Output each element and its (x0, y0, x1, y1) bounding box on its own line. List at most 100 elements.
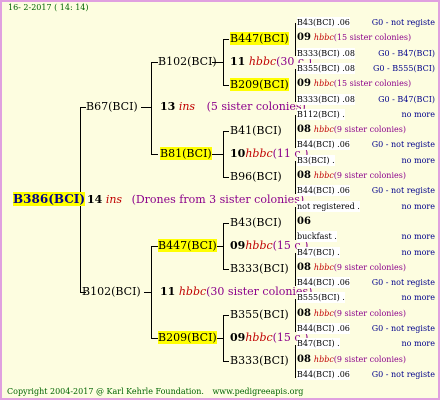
connector-g2-1-bottom (223, 85, 229, 86)
bracket-2 (295, 69, 296, 102)
gen4-id: B333(BCI) .08 (297, 47, 355, 59)
copyright-text: Copyright 2004-2017 @ Karl Kehrle Founda… (7, 387, 204, 396)
connector-b67 (141, 107, 152, 108)
gen1-queen-0[interactable]: B67(BCI) (86, 100, 138, 113)
gen4-id: B3(BCI) . (297, 154, 335, 166)
root-num: 14 (87, 193, 103, 206)
bracket-7 (295, 299, 296, 332)
gen4-ins: hbbc (313, 33, 334, 43)
bracket-4 (295, 161, 296, 194)
gen4-row: 09 hbbc(15 sister colonies) (297, 78, 437, 89)
gen4-id: buckfast . (297, 231, 337, 243)
gen4-detail: G0 - not registe (371, 324, 435, 333)
gen4-row: 08 hbbc(9 sister colonies) (297, 308, 437, 319)
gen4-row: not registered . no more (297, 200, 437, 212)
gen4-id: not registered . (297, 200, 360, 212)
gen4-row: buckfast . no more (297, 231, 437, 243)
gen4-id: 08 (297, 307, 311, 319)
connector-g2-1-top (223, 39, 229, 40)
gen4-id: B44(BCI) .06 (297, 368, 350, 380)
gen4-detail: G0 - not registe (371, 369, 435, 379)
gen4-row: B333(BCI) .08 G0 - B47(BCI) (297, 47, 437, 59)
gen4-detail: (9 sister colonies) (333, 262, 406, 272)
connector-b67-top (151, 62, 158, 63)
branch-line-b67 (151, 62, 152, 154)
gen4-id: B47(BCI) . (297, 338, 340, 350)
gen4-id: 09 (297, 78, 311, 90)
gen1-drone-0: 13 ins (5 sister colonies) (160, 100, 306, 113)
gen4-id: 08 (297, 124, 311, 136)
gen4-detail: no more (401, 247, 435, 257)
bracket-8 (295, 345, 296, 378)
gen4-detail: (9 sister colonies) (333, 125, 406, 135)
gen2-queen-0[interactable]: B102(BCI) (158, 55, 217, 68)
gen4-id: B44(BCI) .06 (297, 277, 350, 289)
gen3-queen-3[interactable]: B96(BCI) (230, 170, 282, 183)
gen4-row: 09 hbbc(15 sister colonies) (297, 32, 437, 43)
gen4-row: B44(BCI) .06 G0 - not registe (297, 323, 437, 334)
gen4-row: B333(BCI) .08 G0 - B47(BCI) (297, 93, 437, 105)
bracket-1 (295, 23, 296, 56)
gen4-detail: no more (401, 109, 435, 119)
gen4-row: B47(BCI) . no more (297, 338, 437, 350)
gen4-detail: no more (401, 232, 435, 242)
gen4-detail: G0 - B555(BCI) (373, 63, 435, 73)
gen2-queen-3[interactable]: B209(BCI) (158, 331, 217, 344)
bracket-3 (295, 115, 296, 148)
gen4-row: B44(BCI) .06 G0 - not registe (297, 277, 437, 289)
gen1-drone-1: 11 hbbc(30 sister colonies) (160, 285, 313, 298)
connector-g2-4-bottom (223, 361, 229, 362)
root-ins: ins (105, 193, 123, 206)
gen4-detail: (9 sister colonies) (333, 308, 406, 318)
gen4-detail: no more (401, 201, 435, 211)
gen4-id: B44(BCI) .06 (297, 323, 350, 334)
gen4-id: B333(BCI) .08 (297, 93, 355, 105)
gen4-id: 08 (297, 353, 311, 365)
gen3-queen-6[interactable]: B355(BCI) (230, 308, 289, 321)
gen3-queen-1[interactable]: B209(BCI) (230, 78, 289, 91)
gen4-id: B355(BCI) .08 (297, 62, 355, 74)
gen4-detail: (15 sister colonies) (333, 79, 412, 89)
gen4-row: B3(BCI) . no more (297, 154, 437, 166)
gen4-row: B47(BCI) . no more (297, 246, 437, 258)
connector-b102-top (151, 246, 158, 247)
gen3-queen-4[interactable]: B43(BCI) (230, 216, 282, 229)
gen4-row: B355(BCI) .08 G0 - B555(BCI) (297, 62, 437, 74)
gen4-detail: (9 sister colonies) (333, 171, 406, 180)
gen4-ins: hbbc (313, 354, 334, 364)
gen4-id: 06 (297, 215, 311, 227)
connector-g2-2-bottom (223, 177, 229, 178)
gen4-row: B555(BCI) . no more (297, 292, 437, 304)
gen4-detail: (15 sister colonies) (333, 33, 412, 43)
gen4-row: 06 (297, 216, 437, 227)
gen4-detail: G0 - not registe (371, 140, 435, 150)
root-drone-info: 14 ins (Drones from 3 sister colonies) (87, 193, 304, 206)
gen3-queen-7[interactable]: B333(BCI) (230, 354, 289, 367)
gen4-row: B44(BCI) .06 G0 - not registe (297, 368, 437, 380)
gen4-id: B555(BCI) . (297, 292, 345, 304)
connector-g2-3-top (223, 223, 229, 224)
root-note: (Drones from 3 sister colonies) (131, 193, 305, 206)
gen4-row: B44(BCI) .06 G0 - not registe (297, 139, 437, 151)
gen4-detail: no more (401, 339, 435, 349)
bracket-5 (295, 207, 296, 240)
gen1-queen-1[interactable]: B102(BCI) (82, 285, 141, 298)
gen3-queen-0[interactable]: B447(BCI) (230, 32, 289, 45)
gen3-queen-2[interactable]: B41(BCI) (230, 124, 282, 137)
gen4-row: 08 hbbc(9 sister colonies) (297, 170, 437, 181)
gen2-queen-2[interactable]: B447(BCI) (158, 239, 217, 252)
gen4-detail: G0 - B47(BCI) (378, 48, 435, 58)
gen4-id: B47(BCI) . (297, 246, 340, 258)
root-queen[interactable]: B386(BCI) (13, 192, 86, 207)
connector-g2-3-bottom (223, 269, 229, 270)
gen3-queen-5[interactable]: B333(BCI) (230, 262, 289, 275)
gen4-id: 08 (297, 170, 311, 181)
gen4-id: B43(BCI) .06 (297, 17, 350, 28)
gen2-queen-1[interactable]: B81(BCI) (160, 147, 212, 160)
connector-b67-bottom (151, 154, 158, 155)
connector-b102-bottom (151, 338, 158, 339)
gen4-row: B44(BCI) .06 G0 - not registe (297, 185, 437, 197)
gen4-detail: G0 - not registe (371, 18, 435, 27)
gen4-row: 08 hbbc(9 sister colonies) (297, 354, 437, 365)
gen4-ins: hbbc (313, 171, 334, 180)
